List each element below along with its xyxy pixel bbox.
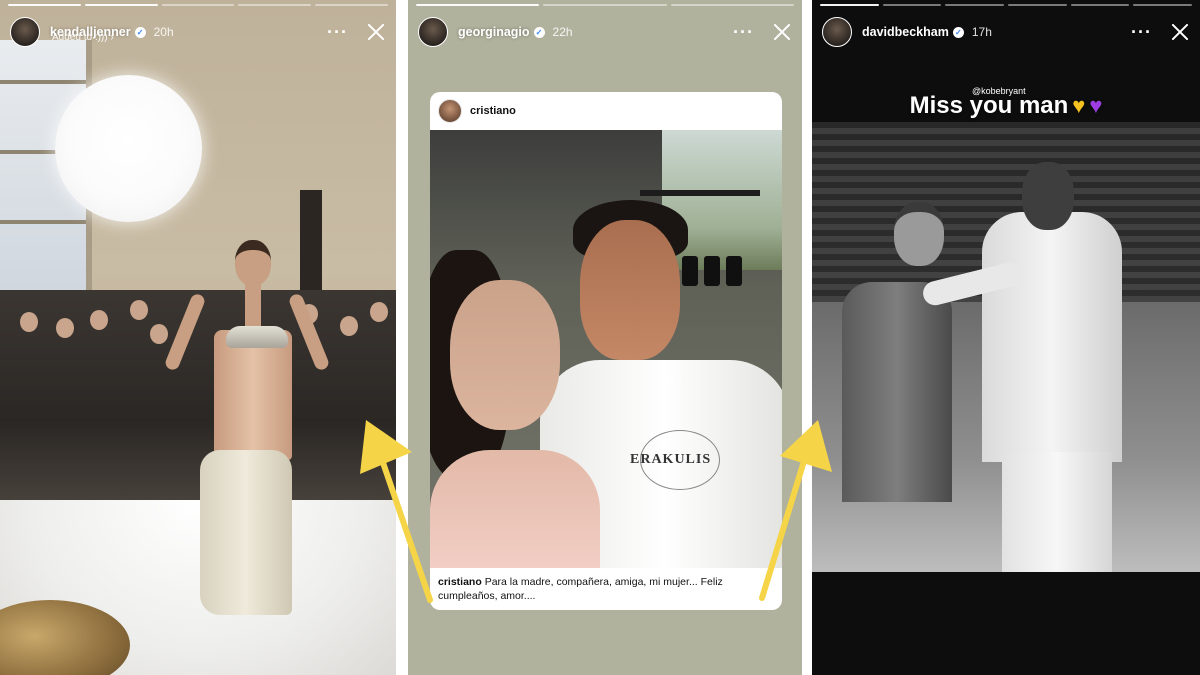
story-timestamp: 17h [971, 25, 992, 39]
shared-post-card[interactable]: cristiano ERAKULIS cristiano Para la mad… [430, 92, 782, 610]
story-progress [8, 4, 388, 6]
story-username[interactable]: davidbeckham [862, 25, 949, 39]
man-face [580, 220, 680, 360]
shared-post-caption: cristiano Para la madre, compañera, amig… [430, 568, 782, 610]
avatar[interactable] [418, 17, 448, 47]
person-left-head [894, 202, 944, 266]
shared-post-header: cristiano [430, 92, 782, 130]
model-bustier [226, 326, 288, 348]
story-photo [812, 122, 1200, 572]
shared-post-username[interactable]: cristiano [470, 105, 516, 117]
shared-post-photo: ERAKULIS [430, 130, 782, 568]
studio-light [55, 75, 202, 222]
story-timestamp: 20h [153, 25, 174, 39]
verified-badge-icon: ✓ [952, 26, 964, 38]
more-horizontal-icon[interactable]: ··· [327, 23, 348, 41]
model-neck [245, 282, 261, 328]
story-progress [820, 4, 1193, 6]
story-caption: Miss you man ♥ ♥ [812, 92, 1200, 120]
close-icon[interactable] [1170, 22, 1190, 42]
purple-heart-emoji: ♥ [1089, 93, 1103, 118]
shirt-text: ERAKULIS [630, 452, 712, 467]
audience [0, 290, 396, 510]
close-icon[interactable] [772, 22, 792, 42]
verified-badge-icon: ✓ [134, 26, 146, 38]
person-right-pants [1002, 452, 1112, 572]
avatar[interactable] [10, 17, 40, 47]
model-head [235, 240, 271, 286]
yellow-heart-emoji: ♥ [1072, 93, 1086, 118]
story-header: davidbeckham ✓ 17h ··· [822, 14, 1190, 50]
avatar[interactable] [438, 99, 462, 123]
story-username[interactable]: georginagio [458, 25, 530, 39]
woman-face [450, 280, 560, 430]
stories-comparison: kendalljenner ✓ 20h ··· Added to :))) › … [0, 0, 1200, 675]
story-header: georginagio ✓ 22h ··· [418, 14, 792, 50]
model-corset [214, 330, 292, 460]
story-timestamp: 22h [552, 25, 573, 39]
person-right-head [1022, 162, 1074, 230]
story-davidbeckham[interactable]: davidbeckham ✓ 17h ··· @kobebryant Miss … [812, 0, 1200, 675]
person-left-jacket [842, 282, 952, 502]
person-right-jacket [982, 212, 1122, 462]
caption-text: Miss you man [909, 92, 1069, 119]
woman-top [430, 450, 600, 568]
close-icon[interactable] [366, 22, 386, 42]
caption-username: cristiano [438, 576, 482, 588]
highlight-link[interactable]: Added to :))) › [52, 32, 114, 43]
model-skirt [200, 450, 292, 615]
verified-badge-icon: ✓ [533, 26, 545, 38]
story-progress [416, 4, 794, 6]
avatar[interactable] [822, 17, 852, 47]
more-horizontal-icon[interactable]: ··· [1131, 23, 1152, 41]
more-horizontal-icon[interactable]: ··· [733, 23, 754, 41]
story-kendalljenner[interactable]: kendalljenner ✓ 20h ··· Added to :))) › [0, 0, 396, 675]
story-georginagio[interactable]: georginagio ✓ 22h ··· cristiano ERAKULIS… [408, 0, 802, 675]
